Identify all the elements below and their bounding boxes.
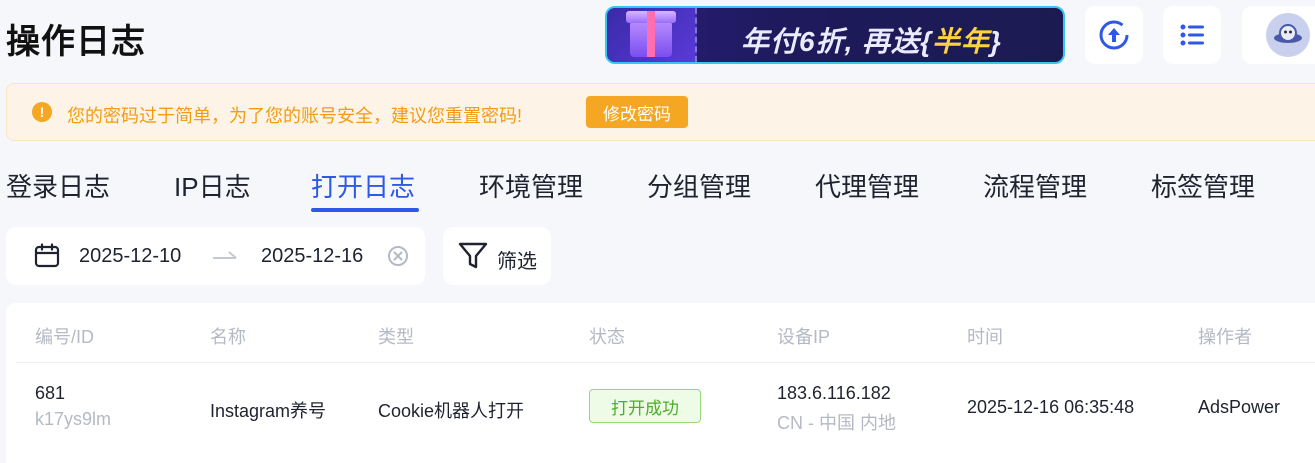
tab-login-log[interactable]: 登录日志 [6, 167, 110, 204]
sync-icon [1099, 20, 1129, 50]
tab-tags[interactable]: 标签管理 [1151, 167, 1255, 204]
warning-message: 您的密码过于简单，为了您的账号安全，建议您重置密码! [67, 106, 522, 126]
change-password-button[interactable]: 修改密码 [586, 96, 688, 128]
user-menu[interactable] [1242, 6, 1315, 64]
open-log-table: 编号/ID 名称 类型 状态 设备IP 时间 操作者 681 k17ys9lm … [6, 303, 1315, 463]
row-location: CN - 中国 内地 [777, 413, 896, 433]
row-name: Instagram养号 [210, 401, 327, 421]
row-id: 681 [35, 383, 66, 403]
filter-label: 筛选 [497, 251, 537, 273]
row-type: Cookie机器人打开 [378, 401, 525, 421]
warning-icon: ! [32, 102, 52, 122]
header-divider [16, 362, 1315, 363]
tab-ip-log[interactable]: IP日志 [174, 167, 251, 204]
status-badge: 打开成功 [589, 389, 701, 423]
promo-text: 年付6折, 再送{半年} [741, 20, 1002, 60]
row-time: 2025-12-16 06:35:48 [967, 397, 1135, 417]
list-icon [1180, 24, 1204, 46]
filter-icon [458, 242, 488, 269]
tab-group[interactable]: 分组管理 [647, 167, 751, 204]
promo-text-after: } [990, 26, 1002, 57]
arrow-right-icon [213, 251, 237, 259]
date-range-picker[interactable]: 2025-12-10 2025-12-16 [6, 227, 425, 285]
calendar-icon [34, 243, 60, 268]
start-date[interactable]: 2025-12-10 [79, 245, 181, 268]
page-title: 操作日志 [6, 23, 146, 61]
promo-banner[interactable]: 年付6折, 再送{半年} [605, 6, 1065, 64]
ufo-icon [1274, 24, 1302, 43]
row-ip: 183.6.116.182 [777, 383, 891, 403]
tab-environment[interactable]: 环境管理 [479, 167, 583, 204]
promo-highlight: 半年 [932, 26, 991, 57]
password-warning: ! 您的密码过于简单，为了您的账号安全，建议您重置密码! 修改密码 [6, 83, 1315, 141]
row-operator: AdsPower [1198, 397, 1281, 417]
gift-icon [607, 8, 697, 62]
avatar[interactable] [1266, 13, 1310, 57]
column-header-name: 名称 [210, 327, 246, 347]
column-header-id: 编号/ID [35, 327, 95, 347]
column-header-status: 状态 [589, 327, 625, 347]
tab-open-log[interactable]: 打开日志 [311, 167, 415, 204]
list-button[interactable] [1163, 6, 1221, 64]
tab-workflow[interactable]: 流程管理 [983, 167, 1087, 204]
column-header-operator: 操作者 [1198, 327, 1252, 347]
clear-icon[interactable] [387, 245, 409, 267]
end-date[interactable]: 2025-12-16 [261, 245, 363, 268]
column-header-type: 类型 [378, 327, 414, 347]
promo-text-before: 年付6折, 再送{ [741, 26, 933, 57]
active-tab-indicator [311, 208, 419, 212]
filter-button[interactable]: 筛选 [443, 227, 551, 285]
column-header-ip: 设备IP [777, 327, 831, 347]
tab-proxy[interactable]: 代理管理 [815, 167, 919, 204]
row-code: k17ys9lm [35, 409, 112, 429]
sync-button[interactable] [1085, 6, 1143, 64]
column-header-time: 时间 [967, 327, 1003, 347]
